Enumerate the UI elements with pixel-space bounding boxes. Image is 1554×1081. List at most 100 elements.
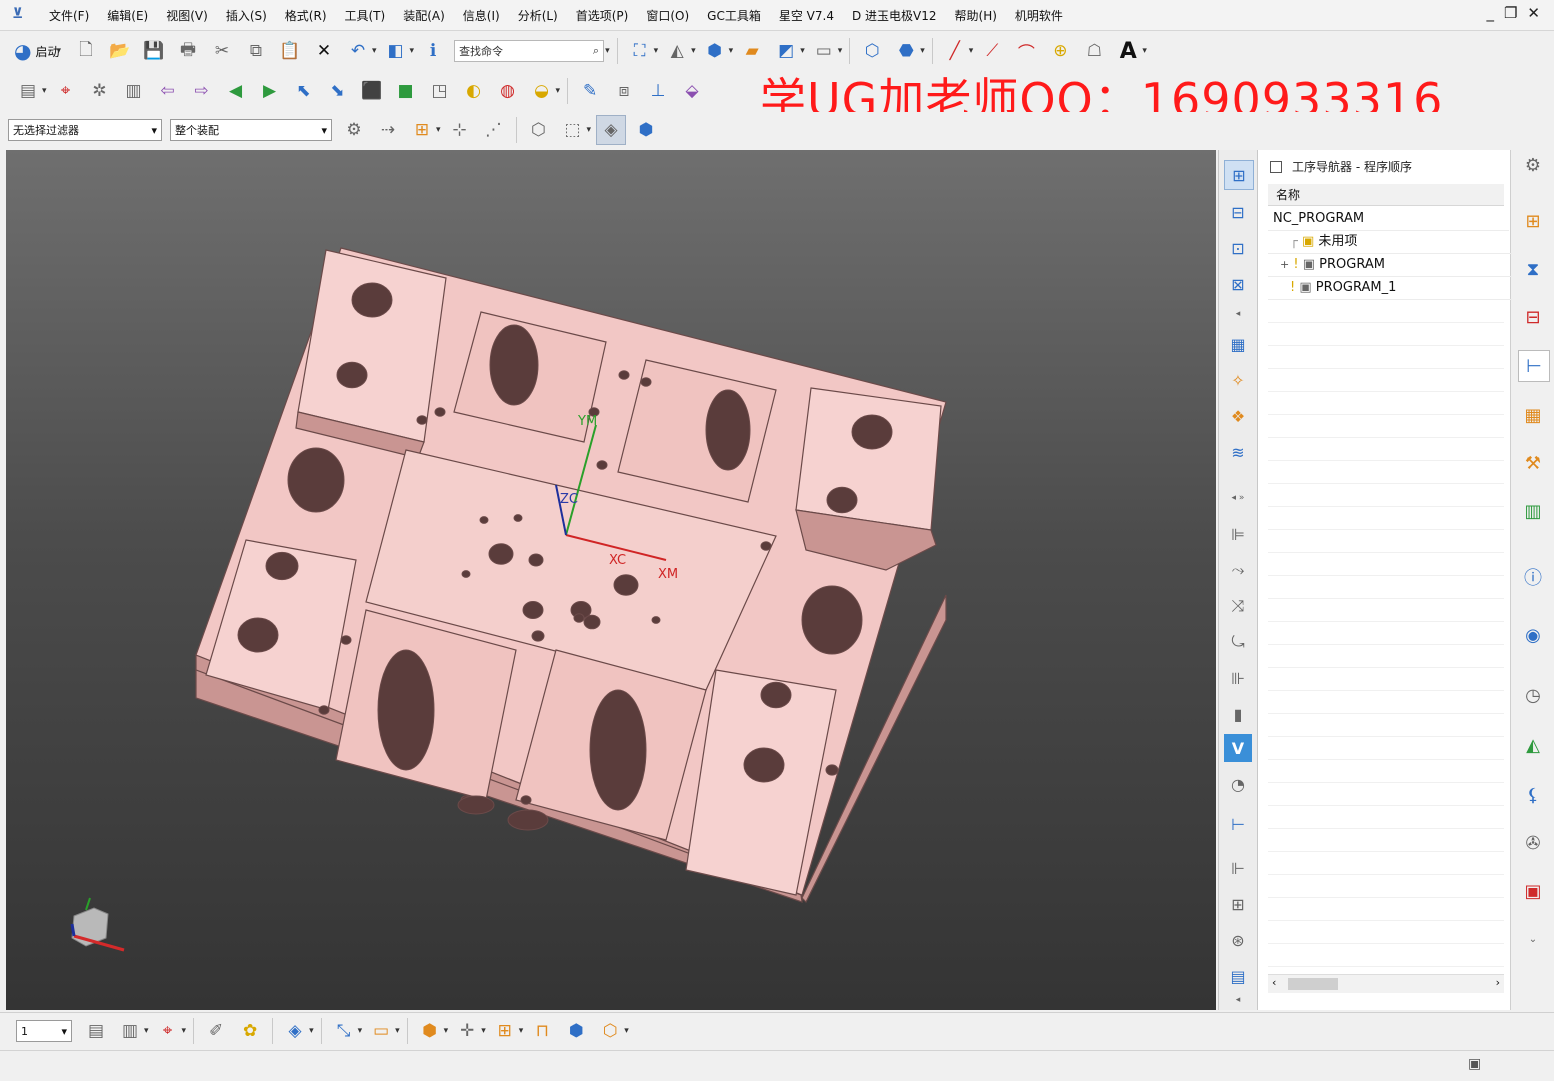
- body-icon[interactable]: ⬢: [632, 116, 660, 144]
- create-tool-icon[interactable]: ✧: [1224, 366, 1252, 394]
- part-navigator-icon[interactable]: ⊟: [1518, 302, 1548, 332]
- chevron-down-icon[interactable]: ▾: [624, 1026, 629, 1036]
- move-to-layer-icon[interactable]: ▥: [116, 1017, 144, 1045]
- midpoint-icon[interactable]: ⋰: [480, 116, 508, 144]
- line-two-point-icon[interactable]: ⟋: [978, 37, 1006, 65]
- orient-view-icon[interactable]: ◭: [663, 37, 691, 65]
- transform-icon[interactable]: ✐: [202, 1017, 230, 1045]
- history-clock-icon[interactable]: ◷: [1518, 680, 1548, 710]
- replay-path-icon[interactable]: ⤳: [1224, 556, 1252, 584]
- chevron-down-icon[interactable]: ▾: [587, 125, 592, 135]
- chevron-down-icon[interactable]: ▾: [372, 46, 377, 56]
- simulate-icon[interactable]: ◔: [1224, 770, 1252, 798]
- pattern-icon[interactable]: ⬡: [596, 1017, 624, 1045]
- menu-item[interactable]: 信息(I): [454, 7, 509, 24]
- pin-checkbox[interactable]: [1270, 160, 1282, 173]
- layer-icon[interactable]: ▥: [120, 77, 148, 105]
- chevron-down-icon[interactable]: ▾: [519, 1026, 524, 1036]
- sketch-icon[interactable]: ☖: [1080, 37, 1108, 65]
- generate-path-icon[interactable]: ⊫: [1224, 520, 1252, 548]
- column-header-name[interactable]: 名称: [1268, 184, 1504, 206]
- chevron-down-icon[interactable]: ▾: [691, 46, 696, 56]
- system-visual-icon[interactable]: ◭: [1518, 730, 1548, 760]
- shaded-cube-icon[interactable]: ⬢: [701, 37, 729, 65]
- background-icon[interactable]: ▭: [810, 37, 838, 65]
- tool-holder-icon[interactable]: ⊢: [1224, 810, 1252, 838]
- feedrate-icon[interactable]: ⊩: [1224, 854, 1252, 882]
- cut-icon[interactable]: ✂: [208, 37, 236, 65]
- tree-item-program[interactable]: + ! ▣ PROGRAM: [1268, 253, 1516, 277]
- clip-view-icon[interactable]: ◩: [772, 37, 800, 65]
- menu-item[interactable]: 装配(A): [394, 7, 454, 24]
- chevron-down-icon[interactable]: ▾: [605, 46, 610, 56]
- wcs-origin-icon[interactable]: ⌖: [52, 77, 80, 105]
- chevron-down-icon[interactable]: ▾: [556, 86, 561, 96]
- move-right-icon[interactable]: ▶: [256, 77, 284, 105]
- arrow-right-icon[interactable]: ⇨: [188, 77, 216, 105]
- minimize-icon[interactable]: _: [1486, 4, 1494, 22]
- chevron-down-icon[interactable]: ▾: [800, 46, 805, 56]
- block-icon[interactable]: ■: [392, 77, 420, 105]
- line-icon[interactable]: ╱: [941, 37, 969, 65]
- process-studio-icon[interactable]: ⚸: [1518, 780, 1548, 810]
- menu-item[interactable]: 工具(T): [336, 7, 395, 24]
- output-cldata-icon[interactable]: ⊞: [1224, 890, 1252, 918]
- face-analysis-icon[interactable]: ◈: [596, 115, 627, 145]
- close-icon[interactable]: ✕: [1527, 4, 1540, 22]
- fullscreen-icon[interactable]: ▣: [1468, 1056, 1481, 1072]
- verify-path-icon[interactable]: ⤨: [1224, 592, 1252, 620]
- chevron-down-icon[interactable]: ▾: [395, 1026, 400, 1036]
- measure-distance-icon[interactable]: ⤡: [330, 1017, 358, 1045]
- chevron-down-icon[interactable]: ▾: [182, 1026, 187, 1036]
- chevron-down-icon[interactable]: ▾: [358, 1026, 363, 1036]
- ruler-icon[interactable]: ▭: [367, 1017, 395, 1045]
- chevron-down-icon[interactable]: ▾: [309, 1026, 314, 1036]
- chevron-down-icon[interactable]: ▾: [481, 1026, 486, 1036]
- color-icon[interactable]: ◍: [494, 77, 522, 105]
- horizontal-scrollbar[interactable]: ‹ ›: [1268, 974, 1504, 993]
- chevron-left-icon[interactable]: ◂ »: [1224, 484, 1252, 512]
- search-command-input[interactable]: 查找命令 ⌕: [454, 40, 605, 62]
- menu-item[interactable]: 格式(R): [276, 7, 336, 24]
- scroll-down-icon[interactable]: ⌄: [1518, 924, 1548, 954]
- endpoint-icon[interactable]: ⊹: [446, 116, 474, 144]
- light-icon[interactable]: ◐: [460, 77, 488, 105]
- menu-item[interactable]: 分析(L): [509, 7, 567, 24]
- menu-item[interactable]: GC工具箱: [698, 7, 770, 24]
- polygon-select-icon[interactable]: ⬡: [525, 116, 553, 144]
- menu-item[interactable]: 编辑(E): [98, 7, 157, 24]
- operation-navigator-icon[interactable]: ⊞: [1224, 160, 1254, 190]
- scroll-thumb[interactable]: [1288, 978, 1338, 990]
- verify-icon[interactable]: V: [1224, 734, 1252, 762]
- gear-icon[interactable]: ⚙: [1518, 150, 1548, 180]
- batch-process-icon[interactable]: ⊛: [1224, 926, 1252, 954]
- assembly-icon[interactable]: ⬙: [678, 77, 706, 105]
- crosshair-icon[interactable]: ✛: [453, 1017, 481, 1045]
- machine-view-icon[interactable]: ⊟: [1224, 198, 1252, 226]
- tree-item-unused[interactable]: ┌ ▣ 未用项: [1268, 230, 1526, 254]
- command-finder-icon[interactable]: ℹ: [419, 37, 447, 65]
- operation-navigator-tab-icon[interactable]: ⊢: [1518, 350, 1550, 382]
- chevron-down-icon[interactable]: ▾: [838, 46, 843, 56]
- body-blue-icon[interactable]: ⬢: [562, 1017, 590, 1045]
- create-geometry-icon[interactable]: ❖: [1224, 402, 1252, 430]
- expand-plus-icon[interactable]: +: [1280, 258, 1289, 271]
- palette-icon[interactable]: ▣: [1518, 876, 1548, 906]
- chevron-down-icon[interactable]: ▾: [42, 86, 47, 96]
- delete-icon[interactable]: ✕: [310, 37, 338, 65]
- wcs-icon[interactable]: ⌖: [154, 1017, 182, 1045]
- undo-icon[interactable]: ↶: [344, 37, 372, 65]
- chevron-down-icon[interactable]: ▾: [969, 46, 974, 56]
- chevron-down-icon[interactable]: ▾: [729, 46, 734, 56]
- part-model[interactable]: [6, 150, 1216, 1010]
- menu-item[interactable]: 机明软件: [1006, 7, 1072, 24]
- scroll-right-icon[interactable]: ›: [1496, 976, 1500, 989]
- menu-item[interactable]: 帮助(H): [946, 7, 1006, 24]
- wcs-dynamic-icon[interactable]: ✲: [86, 77, 114, 105]
- chevron-down-icon[interactable]: ▾: [436, 125, 441, 135]
- chevron-down-icon[interactable]: ▾: [410, 46, 415, 56]
- edit-object-icon[interactable]: ✎: [576, 77, 604, 105]
- linked-body-icon[interactable]: ⊓: [528, 1017, 556, 1045]
- tree-item-program-1[interactable]: ! ▣ PROGRAM_1: [1268, 276, 1526, 300]
- menu-item[interactable]: D 进玉电极V12: [843, 7, 946, 24]
